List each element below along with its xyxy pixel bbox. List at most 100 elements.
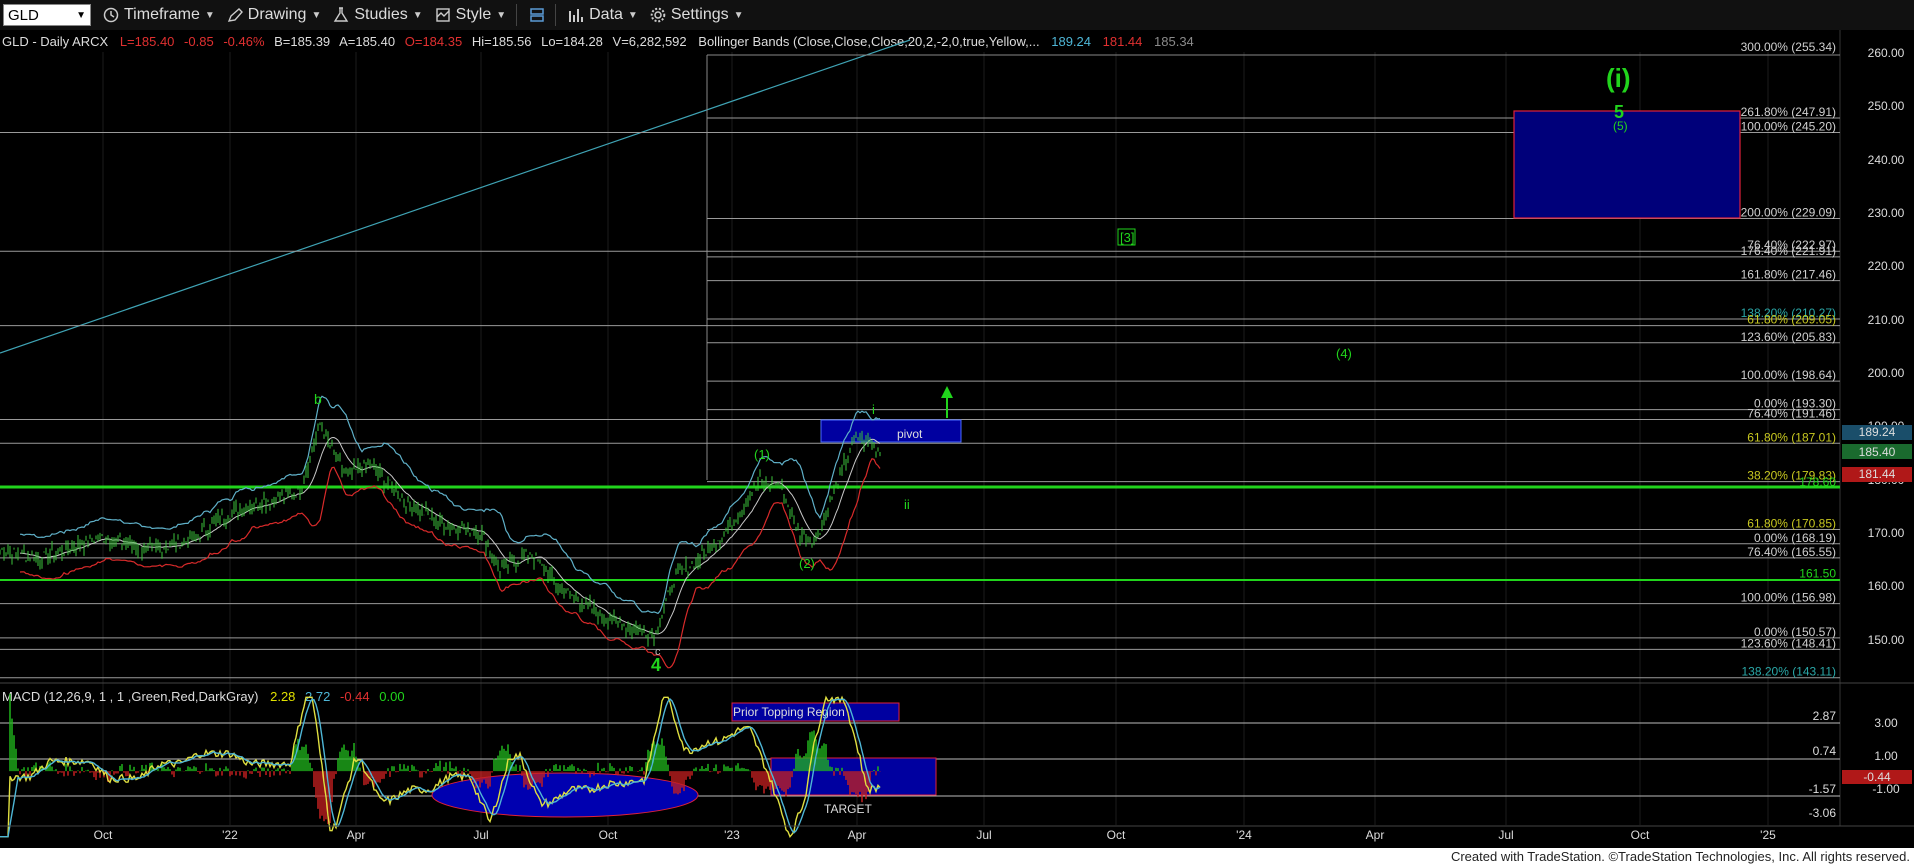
copyright-text: Created with TradeStation. ©TradeStation… bbox=[1450, 849, 1910, 864]
gld-daily-chart[interactable]: GLD - Daily ARCX L=185.40 -0.85 -0.46% B… bbox=[0, 30, 1914, 848]
toolbar-divider bbox=[555, 4, 557, 26]
wave-label-b: b bbox=[314, 391, 322, 407]
drawing-label: Drawing bbox=[247, 6, 307, 23]
fib-label-11: 76.40% (191.46) bbox=[1747, 407, 1836, 421]
macd-hist-value: -0.44 bbox=[340, 689, 370, 704]
fib-label-14: 178.60 bbox=[1799, 475, 1836, 489]
wave-label-ii: ii bbox=[904, 497, 910, 512]
chevron-down-icon: ▼ bbox=[412, 9, 423, 21]
macd-tick-1: 1.00 bbox=[1874, 749, 1898, 763]
x-tick-8: Oct bbox=[1107, 828, 1126, 842]
gear-icon bbox=[650, 7, 666, 23]
fib-label-0: 261.80% (247.91) bbox=[1741, 105, 1836, 119]
x-tick-3: Jul bbox=[473, 828, 488, 842]
chevron-down-icon: ▼ bbox=[204, 9, 215, 21]
last-price-tag-text: 185.40 bbox=[1859, 445, 1896, 459]
fib-label-12: 61.80% (187.01) bbox=[1747, 430, 1836, 444]
price-tags: 189.24 185.40 181.44 bbox=[1842, 425, 1912, 482]
settings-menu[interactable]: Settings ▼ bbox=[650, 6, 744, 24]
studies-label: Studies bbox=[354, 6, 408, 23]
clock-icon bbox=[103, 7, 119, 23]
fib-label-22: 138.20% (143.11) bbox=[1741, 665, 1836, 679]
symbol-input[interactable]: GLD ▼ bbox=[3, 4, 91, 26]
y-tick-250: 250.00 bbox=[1868, 99, 1905, 113]
y-tick-160: 160.00 bbox=[1868, 579, 1905, 593]
studies-menu[interactable]: Studies ▼ bbox=[333, 6, 423, 24]
symbol-value: GLD bbox=[8, 6, 39, 24]
ask-price: A=185.40 bbox=[339, 34, 395, 49]
toolbar-divider bbox=[516, 4, 518, 26]
chevron-down-icon: ▼ bbox=[311, 9, 322, 21]
macd-value: 2.28 bbox=[270, 689, 295, 704]
pencil-icon bbox=[227, 8, 243, 22]
pivot-box bbox=[820, 419, 962, 443]
bollinger-mid-value: 185.34 bbox=[1154, 34, 1194, 49]
y-tick-240: 240.00 bbox=[1868, 153, 1905, 167]
style-icon bbox=[435, 8, 450, 22]
footer: Created with TradeStation. ©TradeStation… bbox=[0, 848, 1914, 866]
y-tick-230: 230.00 bbox=[1868, 206, 1905, 220]
y-tick-220: 220.00 bbox=[1868, 259, 1905, 273]
macd-header: MACD (12,26,9, 1 , 1 ,Green,Red,DarkGray… bbox=[2, 689, 405, 704]
bar-chart-icon bbox=[569, 9, 584, 22]
style-menu[interactable]: Style ▼ bbox=[435, 6, 506, 24]
x-tick-6: Apr bbox=[848, 828, 867, 842]
wave-label-i-circle: (i) bbox=[1606, 63, 1631, 93]
x-tick-5: '23 bbox=[724, 828, 740, 842]
wave-label-c: c bbox=[655, 646, 661, 658]
fib-label-16: 0.00% (168.19) bbox=[1754, 531, 1836, 545]
pivot-label: pivot bbox=[897, 427, 923, 441]
x-tick-2: Apr bbox=[347, 828, 366, 842]
macd-level-0-74: 0.74 bbox=[1813, 744, 1837, 758]
drawing-menu[interactable]: Drawing ▼ bbox=[227, 6, 322, 24]
x-tick-0: Oct bbox=[94, 828, 113, 842]
wave-label-i: i bbox=[872, 402, 875, 417]
settings-label: Settings bbox=[670, 6, 729, 23]
macd-zero-value: 0.00 bbox=[379, 689, 404, 704]
fib-label-21: 123.60% (148.41) bbox=[1741, 636, 1836, 650]
layout-icon bbox=[530, 8, 544, 22]
y-tick-150: 150.00 bbox=[1868, 633, 1905, 647]
macd-level-minus-1-57: -1.57 bbox=[1809, 782, 1837, 796]
high-price: Hi=185.56 bbox=[472, 34, 532, 49]
timeframe-menu[interactable]: Timeframe ▼ bbox=[103, 6, 215, 24]
open-price: O=184.35 bbox=[405, 34, 462, 49]
fib-label-4: 176.40% (221.91) bbox=[1741, 244, 1836, 258]
wave-label-3: [3] bbox=[1120, 230, 1134, 245]
macd-tick-3: 3.00 bbox=[1874, 716, 1898, 730]
data-label: Data bbox=[589, 6, 623, 23]
macd-level-2-87: 2.87 bbox=[1813, 709, 1837, 723]
y-tick-260: 260.00 bbox=[1868, 46, 1905, 60]
chevron-down-icon: ▼ bbox=[733, 9, 744, 21]
fib-label-17: 76.40% (165.55) bbox=[1747, 545, 1836, 559]
x-tick-7: Jul bbox=[976, 828, 991, 842]
low-price: Lo=184.28 bbox=[541, 34, 603, 49]
chevron-down-icon: ▼ bbox=[496, 9, 507, 21]
fib-label-15: 61.80% (170.85) bbox=[1747, 517, 1836, 531]
bollinger-upper-value: 189.24 bbox=[1051, 34, 1091, 49]
x-tick-13: '25 bbox=[1760, 828, 1776, 842]
wave-label-1: (1) bbox=[754, 447, 770, 462]
wave-label-4: 4 bbox=[651, 655, 661, 675]
dropdown-arrow-icon[interactable]: ▼ bbox=[76, 10, 86, 21]
bid-price: B=185.39 bbox=[274, 34, 330, 49]
data-menu[interactable]: Data ▼ bbox=[568, 6, 638, 24]
wave-label-2: (2) bbox=[799, 556, 815, 571]
fib-label-9: 100.00% (198.64) bbox=[1741, 368, 1836, 382]
style-label: Style bbox=[455, 6, 492, 23]
volume: V=6,282,592 bbox=[613, 34, 687, 49]
macd-label: MACD (12,26,9, 1 , 1 ,Green,Red,DarkGray… bbox=[2, 689, 258, 704]
macd-signal-value: 2.72 bbox=[305, 689, 330, 704]
layout-button[interactable] bbox=[529, 7, 545, 23]
net-change: -0.85 bbox=[184, 34, 214, 49]
y-tick-200: 200.00 bbox=[1868, 366, 1905, 380]
macd-hist-tag-text: -0.44 bbox=[1863, 770, 1891, 784]
y-tick-170: 170.00 bbox=[1868, 526, 1905, 540]
upper-band-tag-text: 189.24 bbox=[1859, 425, 1896, 439]
x-tick-1: '22 bbox=[222, 828, 238, 842]
bollinger-label: Bollinger Bands (Close,Close,Close,20,2,… bbox=[698, 34, 1039, 49]
macd-level-minus-3-06: -3.06 bbox=[1809, 806, 1837, 820]
x-tick-4: Oct bbox=[599, 828, 618, 842]
x-tick-11: Jul bbox=[1498, 828, 1513, 842]
bollinger-lower-value: 181.44 bbox=[1103, 34, 1143, 49]
